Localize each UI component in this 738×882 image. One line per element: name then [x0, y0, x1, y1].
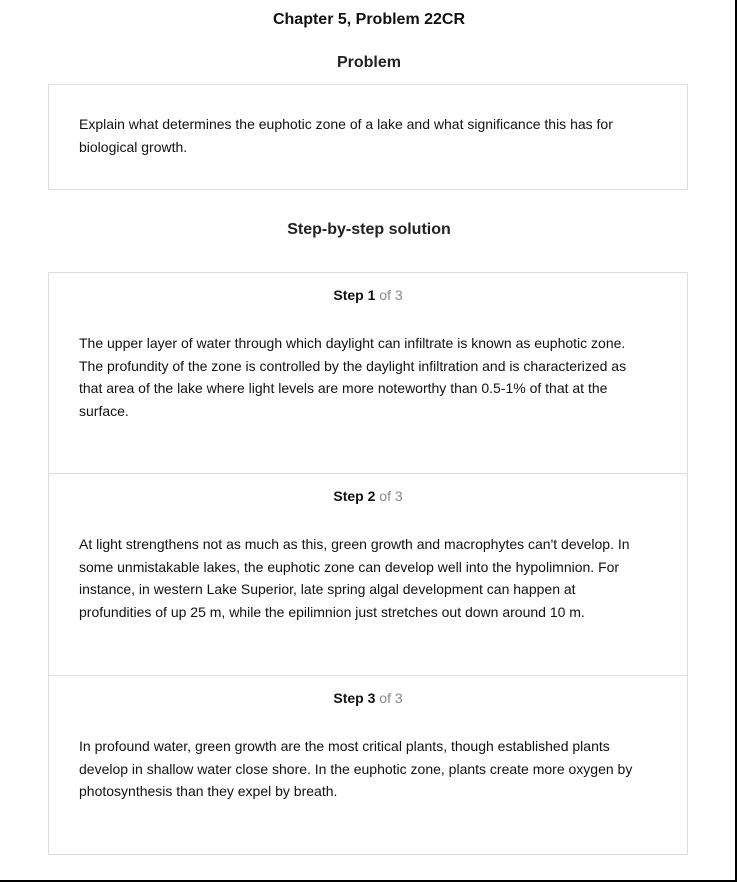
step-1-number: 1: [367, 287, 376, 303]
problem-box: Explain what determines the euphotic zon…: [48, 84, 688, 190]
step-2-text: At light strengthens not as much as this…: [79, 536, 630, 620]
step-1-of-label: of 3: [379, 287, 403, 303]
problem-heading: Problem: [336, 54, 401, 71]
step-3: Step 3 of 3 In profound water, green gro…: [49, 676, 687, 855]
problem-text: Explain what determines the euphotic zon…: [79, 116, 613, 155]
step-2-header: Step 2 of 3: [49, 488, 687, 504]
step-2: Step 2 of 3 At light strengthens not as …: [49, 474, 687, 676]
step-2-number: 2: [367, 488, 376, 504]
step-3-number: 3: [367, 690, 376, 706]
step-1: Step 1 of 3 The upper layer of water thr…: [49, 273, 687, 474]
step-2-word: Step: [333, 488, 364, 504]
step-3-of-label: of 3: [379, 690, 403, 706]
step-3-word: Step: [333, 690, 364, 706]
step-3-header: Step 3 of 3: [49, 690, 687, 706]
step-3-text: In profound water, green growth are the …: [79, 738, 633, 799]
solution-heading: Step-by-step solution: [287, 221, 451, 238]
step-2-of-label: of 3: [379, 488, 403, 504]
solution-steps-box: Step 1 of 3 The upper layer of water thr…: [48, 272, 688, 855]
step-1-text: The upper layer of water through which d…: [79, 335, 627, 419]
step-1-word: Step: [333, 287, 364, 303]
chapter-title: Chapter 5, Problem 22CR: [272, 11, 466, 28]
step-1-header: Step 1 of 3: [49, 287, 687, 303]
